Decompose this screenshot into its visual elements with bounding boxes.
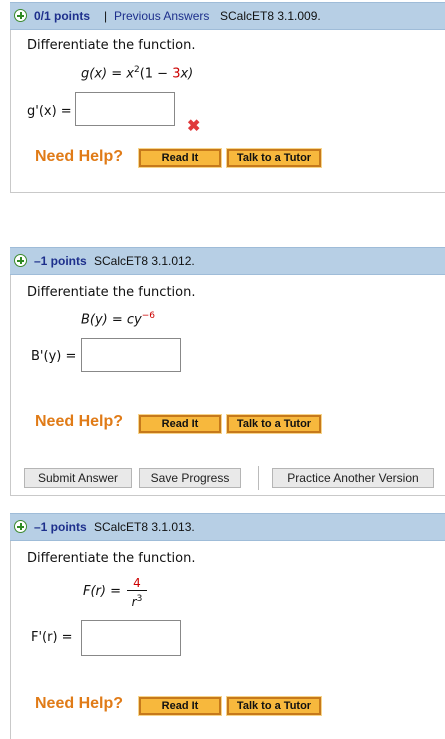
question-body: Differentiate the function. g(x) = x2(1 …: [10, 30, 445, 193]
fraction-denominator: r3: [127, 591, 147, 610]
function-rhs-b: x): [180, 66, 194, 82]
save-progress-button[interactable]: Save Progress: [139, 468, 241, 488]
need-help-label: Need Help?: [35, 148, 124, 165]
points-label: 0/1 points: [34, 9, 91, 23]
talk-to-tutor-button[interactable]: Talk to a Tutor: [226, 148, 322, 168]
function-lhs: F(r) =: [83, 584, 121, 599]
previous-answers-link[interactable]: Previous Answers: [114, 9, 209, 23]
question-header: –1 points SCalcET8 3.1.012.: [10, 247, 445, 275]
question-prompt: Differentiate the function.: [27, 285, 196, 300]
answer-input[interactable]: [81, 620, 181, 656]
question-source: SCalcET8 3.1.009.: [220, 9, 321, 23]
fraction-numerator: 4: [127, 576, 147, 591]
question-body: Differentiate the function. F(r) = 4 r3 …: [10, 541, 445, 739]
submit-answer-button[interactable]: Submit Answer: [24, 468, 132, 488]
need-help-label: Need Help?: [35, 695, 124, 712]
practice-another-version-button[interactable]: Practice Another Version: [272, 468, 434, 488]
function-lhs: g(x) = x: [81, 66, 134, 82]
answer-label: F'(r) =: [31, 630, 73, 645]
header-separator: |: [104, 9, 108, 23]
action-divider: [258, 466, 259, 490]
function-fraction: 4 r3: [127, 576, 147, 610]
function-exponent: −6: [141, 311, 156, 321]
answer-input[interactable]: [75, 92, 175, 126]
question-prompt: Differentiate the function.: [27, 551, 196, 566]
points-label: –1 points: [34, 254, 87, 268]
expand-plus-icon[interactable]: [14, 254, 27, 267]
question-source: SCalcET8 3.1.013.: [94, 520, 195, 534]
answer-input[interactable]: [81, 338, 181, 372]
talk-to-tutor-button[interactable]: Talk to a Tutor: [226, 414, 322, 434]
function-lhs: B(y) = cy: [81, 312, 142, 328]
question-source: SCalcET8 3.1.012.: [94, 254, 195, 268]
read-it-button[interactable]: Read It: [138, 696, 222, 716]
question-prompt: Differentiate the function.: [27, 38, 196, 53]
question-header: –1 points SCalcET8 3.1.013.: [10, 513, 445, 541]
function-definition: g(x) = x2(1 − 3x): [81, 65, 193, 81]
read-it-button[interactable]: Read It: [138, 414, 222, 434]
function-lhs-text: F(r) =: [83, 584, 121, 599]
talk-to-tutor-button[interactable]: Talk to a Tutor: [226, 696, 322, 716]
points-label: –1 points: [34, 520, 87, 534]
expand-plus-icon[interactable]: [14, 520, 27, 533]
function-rhs-a: (1 −: [139, 66, 173, 82]
function-definition: B(y) = cy−6: [81, 311, 155, 327]
expand-plus-icon[interactable]: [14, 9, 27, 22]
answer-label: B'(y) =: [31, 349, 77, 364]
denominator-exponent: 3: [136, 594, 143, 604]
question-header: 0/1 points | Previous Answers SCalcET8 3…: [10, 2, 445, 30]
read-it-button[interactable]: Read It: [138, 148, 222, 168]
question-body: Differentiate the function. B(y) = cy−6 …: [10, 275, 445, 496]
answer-label: g'(x) =: [27, 104, 72, 119]
incorrect-x-icon: ✖: [187, 118, 201, 135]
need-help-label: Need Help?: [35, 413, 124, 430]
